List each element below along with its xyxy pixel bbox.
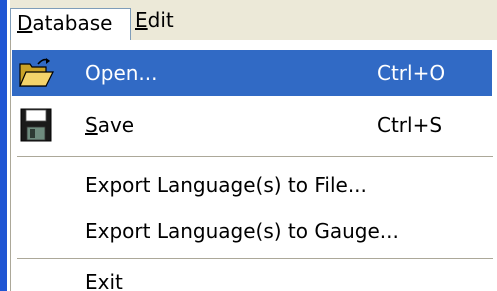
menu-item-export-gauge-label: Export Language(s) to Gauge... [85,219,399,243]
menu-edit[interactable]: Edit [129,6,181,36]
floppy-disk-icon [18,108,54,142]
menu-database[interactable]: Database [10,8,131,40]
menu-database-mnemonic: D [17,11,33,35]
menu-edit-label: dit [147,8,174,32]
database-menu-dropdown: Open... Ctrl+O Save Ctrl+S Export Langua… [10,40,497,291]
open-folder-icon [18,56,54,90]
menu-bar: Database Edit [10,0,497,41]
window-edge [0,0,7,291]
menu-item-save-shortcut: Ctrl+S [377,113,443,137]
app-window: Database Edit Open... Ctrl+O Save Ctrl+S… [0,0,497,291]
menu-item-export-file[interactable]: Export Language(s) to File... [12,162,492,208]
menu-item-save-label-rest: ave [97,113,135,137]
menu-item-save-mnemonic: S [85,113,98,137]
menu-separator [17,258,493,259]
menu-item-export-gauge[interactable]: Export Language(s) to Gauge... [12,208,492,254]
menu-item-export-file-label: Export Language(s) to File... [85,173,367,197]
menu-separator [17,156,493,157]
menu-item-open-shortcut: Ctrl+O [377,61,446,85]
menu-item-exit[interactable]: Exit [12,262,492,291]
menu-edit-mnemonic: E [135,8,148,32]
menu-item-save[interactable]: Save Ctrl+S [12,102,492,148]
menu-item-open[interactable]: Open... Ctrl+O [12,50,492,96]
menu-item-exit-label: Exit [85,270,123,291]
menu-database-label: atabase [32,11,113,35]
menu-item-save-label: Save [85,102,134,148]
menu-item-open-label: Open... [85,61,158,85]
